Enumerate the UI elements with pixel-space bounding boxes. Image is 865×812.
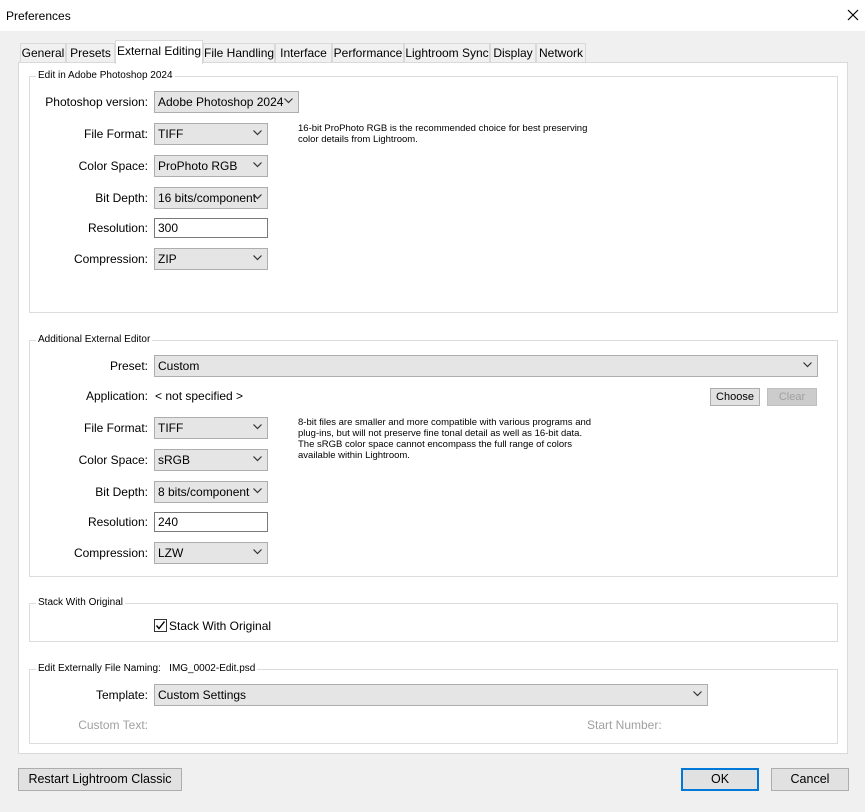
additional-resolution-label: Resolution:	[87, 515, 148, 529]
chevron-down-icon	[693, 691, 702, 697]
tab-lightroom-sync[interactable]: Lightroom Sync	[404, 43, 490, 62]
additional-note-line2: plug-ins, but will not preserve fine ton…	[298, 428, 583, 439]
file-format-value: TIFF	[158, 127, 184, 141]
additional-color-space-select[interactable]: sRGB	[154, 449, 268, 471]
compression-value: ZIP	[158, 252, 177, 266]
tab-general[interactable]: General	[20, 43, 66, 62]
template-value: Custom Settings	[158, 688, 247, 702]
additional-editor-title: Additional External Editor	[36, 334, 153, 345]
additional-color-space-label: Color Space:	[78, 453, 148, 467]
file-format-label: File Format:	[83, 127, 148, 141]
additional-resolution-input[interactable]: 240	[154, 512, 268, 532]
color-space-value: ProPhoto RGB	[158, 159, 238, 173]
bit-depth-select[interactable]: 16 bits/component	[154, 187, 268, 209]
color-space-label: Color Space:	[78, 159, 148, 173]
clear-button[interactable]: Clear	[767, 388, 817, 406]
tab-performance[interactable]: Performance	[332, 43, 404, 62]
bit-depth-value: 16 bits/component	[158, 191, 257, 205]
naming-example: IMG_0002-Edit.psd	[169, 663, 256, 674]
additional-note-line3: The sRGB color space cannot encompass th…	[298, 439, 573, 450]
naming-group-title: Edit Externally File Naming: IMG_0002-Ed…	[36, 663, 258, 674]
chevron-down-icon	[253, 424, 262, 430]
additional-note-line1: 8-bit files are smaller and more compati…	[298, 417, 592, 428]
chevron-down-icon	[803, 362, 812, 368]
ok-button[interactable]: OK	[681, 768, 759, 791]
file-format-select[interactable]: TIFF	[154, 123, 268, 145]
checkmark-icon	[155, 621, 166, 630]
template-select[interactable]: Custom Settings	[154, 684, 708, 706]
stack-checkbox-label[interactable]: Stack With Original	[169, 619, 271, 633]
chevron-down-icon	[253, 549, 262, 555]
title-bar	[0, 0, 865, 31]
photoshop-note-line2: color details from Lightroom.	[298, 134, 418, 145]
resolution-input[interactable]: 300	[154, 218, 268, 238]
application-value: < not specified >	[155, 389, 244, 403]
window-title: Preferences	[6, 9, 71, 23]
tab-display[interactable]: Display	[490, 43, 536, 62]
additional-file-format-select[interactable]: TIFF	[154, 417, 268, 439]
resolution-label: Resolution:	[87, 221, 148, 235]
naming-title: Edit Externally File Naming:	[38, 663, 161, 674]
cancel-button[interactable]: Cancel	[771, 768, 849, 791]
restart-lightroom-button[interactable]: Restart Lightroom Classic	[18, 768, 182, 791]
additional-bit-depth-label: Bit Depth:	[95, 485, 148, 499]
photoshop-note-line1: 16-bit ProPhoto RGB is the recommended c…	[298, 123, 588, 134]
chevron-down-icon	[253, 194, 262, 200]
photoshop-group	[29, 76, 838, 313]
tab-external-editing[interactable]: External Editing	[115, 40, 203, 64]
photoshop-version-label: Photoshop version:	[45, 95, 148, 109]
additional-file-format-value: TIFF	[158, 421, 184, 435]
compression-select[interactable]: ZIP	[154, 248, 268, 270]
photoshop-note: 16-bit ProPhoto RGB is the recommended c…	[298, 123, 587, 145]
additional-compression-label: Compression:	[73, 546, 148, 560]
tab-presets[interactable]: Presets	[66, 43, 115, 62]
choose-button[interactable]: Choose	[710, 388, 760, 406]
photoshop-version-value: Adobe Photoshop 2024	[158, 95, 284, 109]
additional-bit-depth-value: 8 bits/component	[158, 485, 250, 499]
chevron-down-icon	[284, 98, 293, 104]
template-label: Template:	[95, 688, 148, 702]
additional-file-format-label: File Format:	[83, 421, 148, 435]
stack-checkbox[interactable]	[154, 619, 167, 632]
chevron-down-icon	[253, 456, 262, 462]
additional-compression-value: LZW	[158, 546, 184, 560]
tab-network[interactable]: Network	[536, 43, 586, 62]
preset-value: Custom	[158, 359, 200, 373]
additional-note-line4: available within Lightroom.	[298, 450, 410, 461]
compression-label: Compression:	[73, 252, 148, 266]
photoshop-version-select[interactable]: Adobe Photoshop 2024	[154, 91, 299, 113]
bit-depth-label: Bit Depth:	[95, 191, 148, 205]
tab-file-handling[interactable]: File Handling	[203, 43, 275, 62]
close-icon[interactable]	[842, 3, 864, 27]
photoshop-group-title: Edit in Adobe Photoshop 2024	[36, 70, 175, 81]
chevron-down-icon	[253, 255, 262, 261]
color-space-select[interactable]: ProPhoto RGB	[154, 155, 268, 177]
additional-compression-select[interactable]: LZW	[154, 542, 268, 564]
chevron-down-icon	[253, 162, 262, 168]
stack-group	[29, 603, 838, 642]
chevron-down-icon	[253, 488, 262, 494]
chevron-down-icon	[253, 130, 262, 136]
additional-bit-depth-select[interactable]: 8 bits/component	[154, 481, 268, 503]
start-number-label: Start Number:	[587, 718, 662, 732]
additional-color-space-value: sRGB	[158, 453, 191, 467]
additional-note: 8-bit files are smaller and more compati…	[298, 417, 591, 461]
custom-text-label: Custom Text:	[78, 718, 148, 732]
preset-select[interactable]: Custom	[154, 355, 818, 377]
application-label: Application:	[85, 389, 148, 403]
stack-group-title: Stack With Original	[36, 597, 126, 608]
tab-interface[interactable]: Interface	[275, 43, 332, 62]
naming-group	[29, 669, 838, 744]
preset-label: Preset:	[109, 359, 148, 373]
